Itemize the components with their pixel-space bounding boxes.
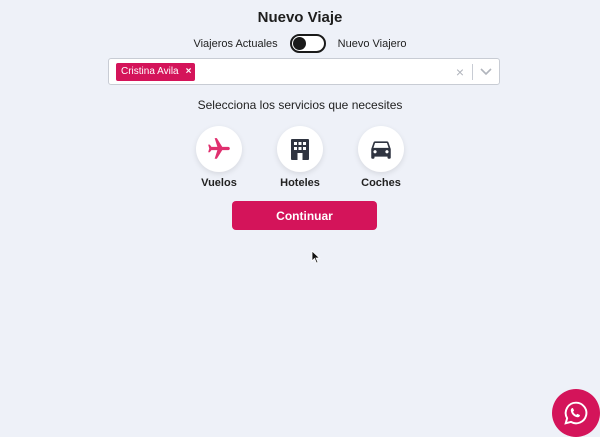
service-hoteles-circle[interactable] bbox=[277, 126, 323, 172]
remove-tag-icon[interactable]: × bbox=[186, 66, 192, 77]
toggle-knob bbox=[292, 37, 306, 50]
car-icon bbox=[371, 141, 391, 159]
service-coches[interactable]: Coches bbox=[358, 126, 405, 189]
service-vuelos[interactable]: Vuelos bbox=[196, 126, 243, 189]
service-vuelos-circle[interactable] bbox=[196, 126, 242, 172]
whatsapp-icon bbox=[564, 401, 588, 425]
services-prompt: Selecciona los servicios que necesites bbox=[197, 98, 403, 112]
service-hoteles-label: Hoteles bbox=[280, 177, 320, 189]
service-vuelos-label: Vuelos bbox=[201, 177, 237, 189]
service-coches-label: Coches bbox=[361, 177, 401, 189]
clear-selection-icon[interactable]: × bbox=[448, 64, 472, 80]
traveler-mode-toggle[interactable] bbox=[289, 34, 326, 53]
airplane-icon bbox=[208, 138, 230, 159]
traveler-select[interactable]: Cristina Avila × × bbox=[108, 58, 500, 85]
toggle-right-label: Nuevo Viajero bbox=[337, 37, 407, 50]
services-list: Vuelos Hoteles Coches bbox=[0, 126, 600, 189]
traveler-tag: Cristina Avila × bbox=[116, 62, 196, 81]
traveler-tag-label: Cristina Avila bbox=[121, 66, 179, 77]
continue-button[interactable]: Continuar bbox=[232, 201, 377, 230]
service-hoteles[interactable]: Hoteles bbox=[277, 126, 324, 189]
chevron-down-icon[interactable] bbox=[473, 67, 499, 76]
hotel-building-icon bbox=[291, 139, 309, 160]
whatsapp-button[interactable] bbox=[552, 389, 600, 437]
toggle-left-label: Viajeros Actuales bbox=[193, 37, 278, 50]
traveler-mode-toggle-row: Viajeros Actuales Nuevo Viajero bbox=[0, 34, 600, 53]
mouse-cursor-icon bbox=[311, 250, 321, 269]
service-coches-circle[interactable] bbox=[358, 126, 404, 172]
page-title: Nuevo Viaje bbox=[257, 9, 343, 26]
